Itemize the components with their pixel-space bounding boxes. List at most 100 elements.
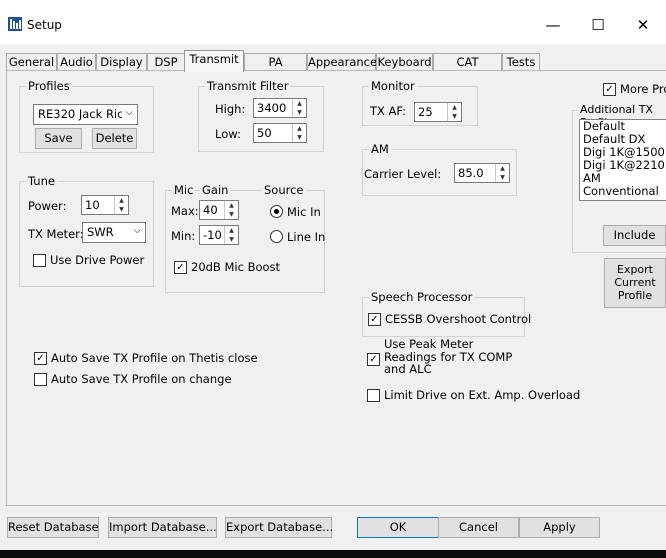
spin-arrows[interactable]: ▲ ▼ (495, 164, 509, 182)
mic-boost-label: 20dB Mic Boost (191, 260, 281, 274)
more-profiles-checkbox[interactable]: ✓ (603, 83, 616, 96)
title-bar: Setup — ☐ ✕ (0, 0, 666, 44)
limit-drive-label: Limit Drive on Ext. Amp. Overload (384, 388, 581, 402)
radio-selected-dot (274, 209, 279, 214)
tune-power-input[interactable]: 10 ▲ ▼ (81, 195, 129, 215)
carrier-level-label: Carrier Level: (364, 167, 442, 181)
tune-power-value: 10 (85, 198, 100, 212)
gain-min-value: -10 (203, 228, 222, 242)
mic-in-radio[interactable] (270, 205, 283, 218)
mic-boost-checkbox[interactable]: ✓ (174, 261, 187, 274)
cessb-label: CESSB Overshoot Control (385, 312, 532, 326)
auto-save-change-label: Auto Save TX Profile on change (51, 372, 232, 386)
chevron-down-icon: ⌵ (125, 107, 133, 118)
import-database-button[interactable]: Import Database... (108, 517, 217, 538)
gain-max-value: 40 (203, 203, 218, 217)
limit-drive-checkbox[interactable] (367, 389, 380, 402)
filter-high-input[interactable]: 3400 ▲ ▼ (253, 98, 307, 118)
peak-meter-label: Use Peak Meter Readings for TX COMP and … (384, 337, 513, 376)
spin-arrows[interactable]: ▲ ▼ (292, 124, 306, 142)
gain-min-input[interactable]: -10 ▲ ▼ (199, 225, 239, 245)
gain-min-label: Min: (171, 229, 196, 243)
filter-low-input[interactable]: 50 ▲ ▼ (253, 123, 307, 143)
use-drive-power-checkbox[interactable] (33, 254, 46, 267)
use-drive-power-label: Use Drive Power (50, 253, 145, 267)
tx-meter-value: SWR (87, 225, 114, 239)
tab-pa-settings[interactable]: PA Settings (244, 53, 307, 86)
apply-button[interactable]: Apply (519, 517, 600, 538)
arrow-down-icon: ▼ (297, 134, 302, 141)
auto-save-close-label: Auto Save TX Profile on Thetis close (51, 351, 258, 365)
filter-high-value: 3400 (257, 101, 287, 115)
arrow-down-icon: ▼ (119, 206, 124, 213)
additional-profiles-list[interactable]: Default Default DX Digi 1K@1500 Digi 1K@… (579, 119, 666, 201)
profile-select[interactable]: RE320 Jack Rich ⌵ (33, 104, 138, 125)
auto-save-change-checkbox[interactable] (34, 373, 47, 386)
arrow-up-icon: ▲ (500, 165, 505, 172)
arrow-up-icon: ▲ (229, 202, 234, 209)
peak-meter-checkbox[interactable]: ✓ (367, 353, 380, 366)
filter-low-value: 50 (257, 126, 272, 140)
export-current-profile-button[interactable]: Export Current Profile (604, 258, 666, 308)
tab-display[interactable]: Display (96, 53, 147, 71)
transmit-filter-label: Transmit Filter (205, 79, 291, 93)
arrow-up-icon: ▲ (297, 100, 302, 107)
list-item[interactable]: Conventional (580, 185, 666, 198)
spin-arrows[interactable]: ▲ ▼ (114, 196, 128, 214)
delete-profile-button[interactable]: Delete (92, 128, 137, 149)
cancel-button[interactable]: Cancel (438, 517, 519, 538)
tab-strip: General Audio Display DSP Transmit PA Se… (6, 50, 666, 86)
ok-button[interactable]: OK (357, 517, 439, 538)
gain-label: Gain (200, 183, 231, 197)
arrow-up-icon: ▲ (119, 197, 124, 204)
arrow-down-icon: ▼ (297, 109, 302, 116)
setup-window: Setup — ☐ ✕ General Audio Display DSP Tr… (0, 0, 666, 550)
carrier-level-input[interactable]: 85.0 ▲ ▼ (454, 163, 510, 183)
tx-af-input[interactable]: 25 ▲ ▼ (414, 102, 462, 122)
reset-database-button[interactable]: Reset Database (7, 517, 99, 538)
auto-save-close-checkbox[interactable]: ✓ (34, 352, 47, 365)
high-label: High: (215, 102, 246, 116)
arrow-up-icon: ▲ (229, 227, 234, 234)
arrow-down-icon: ▼ (452, 113, 457, 120)
save-profile-button[interactable]: Save (35, 128, 82, 149)
minimize-button[interactable]: — (530, 8, 576, 42)
tx-meter-select[interactable]: SWR ⌵ (82, 222, 146, 243)
source-label: Source (262, 183, 306, 197)
minimize-icon: — (545, 16, 561, 34)
tune-label: Tune (26, 174, 57, 188)
arrow-down-icon: ▼ (229, 236, 234, 243)
tab-keyboard[interactable]: Keyboard (376, 53, 433, 71)
carrier-level-value: 85.0 (458, 166, 484, 180)
arrow-down-icon: ▼ (500, 174, 505, 181)
tab-appearance[interactable]: Appearance (307, 53, 377, 71)
more-profiles-label: More Profiles (620, 82, 666, 96)
export-database-button[interactable]: Export Database... (225, 517, 333, 538)
arrow-down-icon: ▼ (229, 211, 234, 218)
monitor-label: Monitor (369, 79, 417, 93)
low-label: Low: (215, 127, 241, 141)
gain-max-input[interactable]: 40 ▲ ▼ (199, 200, 239, 220)
tx-af-label: TX AF: (370, 104, 407, 118)
tx-meter-label: TX Meter: (28, 227, 84, 241)
spin-arrows[interactable]: ▲ ▼ (292, 99, 306, 117)
speech-processor-label: Speech Processor (369, 290, 475, 304)
line-in-radio[interactable] (270, 230, 283, 243)
spin-arrows[interactable]: ▲ ▼ (447, 103, 461, 121)
spin-arrows[interactable]: ▲ ▼ (224, 201, 238, 219)
power-label: Power: (28, 199, 67, 213)
include-button[interactable]: Include (603, 225, 666, 246)
profile-select-value: RE320 Jack Rich (38, 107, 122, 121)
maximize-button[interactable]: ☐ (575, 8, 621, 42)
spin-arrows[interactable]: ▲ ▼ (224, 226, 238, 244)
taskbar-strip (0, 550, 666, 558)
tab-transmit[interactable]: Transmit (184, 50, 244, 72)
tab-general[interactable]: General (6, 53, 57, 71)
arrow-up-icon: ▲ (452, 104, 457, 111)
close-button[interactable]: ✕ (620, 8, 666, 42)
tab-cat-control[interactable]: CAT Control (433, 53, 502, 86)
tab-tests[interactable]: Tests (502, 53, 540, 71)
tab-audio[interactable]: Audio (57, 53, 96, 71)
cessb-checkbox[interactable]: ✓ (368, 313, 381, 326)
tab-dsp[interactable]: DSP (147, 53, 185, 71)
